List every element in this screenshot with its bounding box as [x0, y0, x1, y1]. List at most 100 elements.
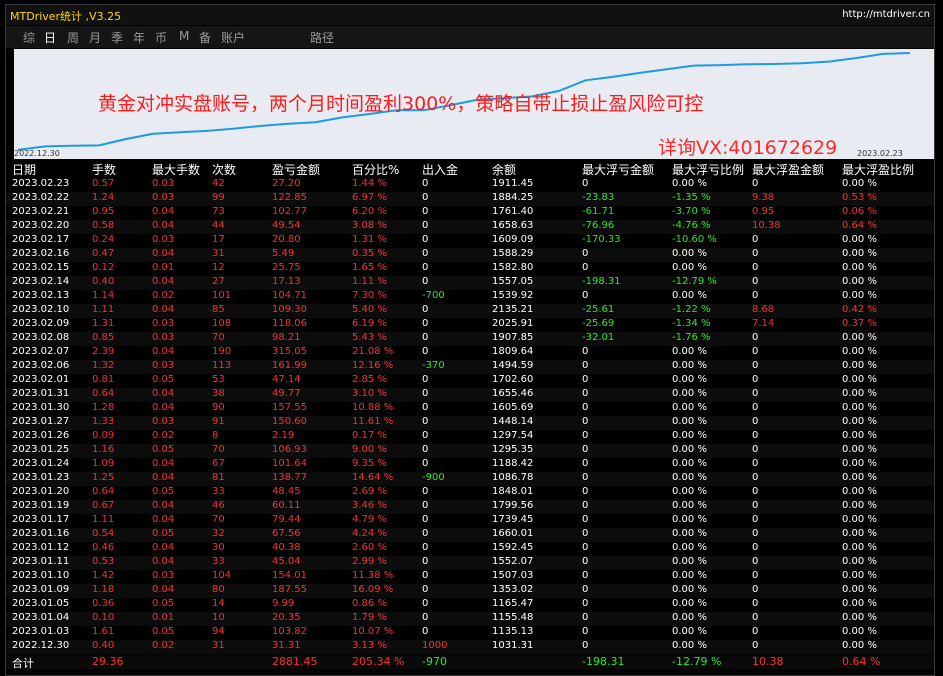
website-link[interactable]: http://mtdriver.cn — [842, 9, 930, 20]
table-row[interactable]: 2023.02.09 1.31 0.03 108 118.06 6.19 % 0 2025.9… — [6, 318, 934, 332]
column-header-lots[interactable]: 手数 — [92, 161, 116, 178]
table-row[interactable]: 2023.01.12 0.46 0.04 30 40.38 2.60 % 0 1592.45 0… — [6, 542, 934, 556]
table-row[interactable]: 2023.01.16 0.54 0.05 32 67.56 4.24 % 0 1660.01 0… — [6, 528, 934, 542]
table-row[interactable]: 2023.01.25 1.16 0.05 70 106.93 9.00 % 0 1295.35… — [6, 444, 934, 458]
cell-count: 42 — [212, 178, 225, 189]
tab-week[interactable]: 周 — [67, 29, 79, 46]
table-row[interactable]: 2023.01.09 1.18 0.04 80 187.55 16.09 % 0 1353.0… — [6, 584, 934, 598]
cell-lots: 0.64 — [92, 388, 115, 399]
tab-m[interactable]: M — [179, 29, 189, 43]
column-header-max-float-profit-pct[interactable]: 最大浮盈比例 — [842, 161, 914, 178]
tab-account[interactable]: 账户 — [221, 29, 245, 46]
table-row[interactable]: 2022.12.30 0.40 0.02 31 31.31 3.13 % 1000 1031.… — [6, 640, 934, 654]
cell-max-float-profit-pct: 0.64 % — [842, 220, 877, 231]
table-row[interactable]: 2023.01.10 1.42 0.03 104 154.01 11.38 % 0 1507.… — [6, 570, 934, 584]
cell-deposit-withdraw: 0 — [422, 514, 429, 525]
cell-date: 2023.02.09 — [12, 318, 70, 329]
cell-max-float-profit: 0 — [752, 402, 759, 413]
cell-max-float-profit: 0.95 — [752, 206, 775, 217]
total-row: 合计 29.36 2881.45 205.34 % -970 -198.31 -12.79 … — [6, 655, 934, 670]
column-header-profit[interactable]: 盈亏金额 — [272, 161, 320, 178]
cell-max-float-loss: 0 — [582, 416, 589, 427]
column-header-max-float-loss-pct[interactable]: 最大浮亏比例 — [672, 161, 744, 178]
cell-max-float-loss-pct: 0.00 % — [672, 556, 707, 567]
column-header-date[interactable]: 日期 — [12, 161, 36, 178]
table-row[interactable]: 2023.02.17 0.24 0.03 17 20.80 1.31 % 0 1609.09 -… — [6, 234, 934, 248]
table-row[interactable]: 2023.01.26 0.09 0.02 8 2.19 0.17 % 0 1297.54 0 0.… — [6, 430, 934, 444]
cell-profit: 187.55 — [272, 584, 307, 595]
tab-month[interactable]: 月 — [89, 29, 101, 46]
cell-max-float-loss-pct: 0.00 % — [672, 248, 707, 259]
cell-balance: 1605.69 — [492, 402, 534, 413]
cell-count: 73 — [212, 206, 225, 217]
tab-year[interactable]: 年 — [133, 29, 145, 46]
table-row[interactable]: 2023.02.10 1.11 0.04 85 109.30 5.40 % 0 2135.21… — [6, 304, 934, 318]
table-row[interactable]: 2023.02.22 1.24 0.03 99 122.85 6.97 % 0 1884.25… — [6, 192, 934, 206]
table-row[interactable]: 2023.02.01 0.81 0.05 53 47.14 2.85 % 0 1702.60 0… — [6, 374, 934, 388]
table-row[interactable]: 2023.02.21 0.95 0.04 73 102.77 6.20 % 0 1761.40… — [6, 206, 934, 220]
table-row[interactable]: 2023.01.27 1.33 0.03 91 150.60 11.61 % 0 1448.1… — [6, 416, 934, 430]
table-row[interactable]: 2023.01.30 1.28 0.04 90 157.55 10.88 % 0 1605.6… — [6, 402, 934, 416]
cell-max-float-profit: 0 — [752, 528, 759, 539]
cell-balance: 1582.80 — [492, 262, 534, 273]
cell-balance: 1655.46 — [492, 388, 534, 399]
cell-count: 32 — [212, 528, 225, 539]
tab-summary[interactable]: 综 — [23, 29, 35, 46]
cell-balance: 1188.42 — [492, 458, 534, 469]
cell-count: 12 — [212, 262, 225, 273]
column-header-max-float-profit[interactable]: 最大浮盈金额 — [752, 161, 824, 178]
cell-percent: 2.85 % — [352, 374, 387, 385]
table-row[interactable]: 2023.01.23 1.25 0.04 81 138.77 14.64 % -900 108… — [6, 472, 934, 486]
cell-max-float-profit: 0 — [752, 248, 759, 259]
tab-day[interactable]: 日 — [44, 29, 56, 46]
cell-profit: 118.06 — [272, 318, 307, 329]
cell-max-float-loss-pct: 0.00 % — [672, 640, 707, 651]
table-row[interactable]: 2023.02.15 0.12 0.01 12 25.75 1.65 % 0 1582.80 0… — [6, 262, 934, 276]
table-row[interactable]: 2023.01.31 0.64 0.04 38 49.77 3.10 % 0 1655.46 0… — [6, 388, 934, 402]
table-row[interactable]: 2023.02.06 1.32 0.03 113 161.99 12.16 % -370 14… — [6, 360, 934, 374]
cell-max-float-profit: 0 — [752, 262, 759, 273]
column-header-deposit-withdraw[interactable]: 出入金 — [422, 161, 458, 178]
table-row[interactable]: 2023.02.13 1.14 0.02 101 104.71 7.30 % -700 153… — [6, 290, 934, 304]
table-row[interactable]: 2023.02.14 0.40 0.04 27 17.13 1.11 % 0 1557.05 -… — [6, 276, 934, 290]
cell-percent: 9.00 % — [352, 444, 387, 455]
table-row[interactable]: 2023.02.07 2.39 0.04 190 315.05 21.08 % 0 1809.… — [6, 346, 934, 360]
table-row[interactable]: 2023.02.23 0.57 0.03 42 27.20 1.44 % 0 1911.45 0… — [6, 178, 934, 192]
cell-max-lots: 0.04 — [152, 402, 175, 413]
cell-lots: 1.32 — [92, 360, 115, 371]
cell-max-float-profit-pct: 0.00 % — [842, 444, 877, 455]
column-header-max-float-loss[interactable]: 最大浮亏金额 — [582, 161, 654, 178]
tab-path[interactable]: 路径 — [310, 29, 334, 46]
column-header-max-lots[interactable]: 最大手数 — [152, 161, 200, 178]
cell-max-float-loss-pct: 0.00 % — [672, 528, 707, 539]
tab-note[interactable]: 备 — [199, 29, 211, 46]
cell-lots: 0.36 — [92, 598, 115, 609]
tab-currency[interactable]: 币 — [155, 29, 167, 46]
table-row[interactable]: 2023.02.20 0.58 0.04 44 49.54 3.08 % 0 1658.63 -… — [6, 220, 934, 234]
table-row[interactable]: 2023.01.19 0.67 0.04 46 60.11 3.46 % 0 1799.56 0… — [6, 500, 934, 514]
cell-max-float-loss: -198.31 — [582, 276, 621, 287]
table-row[interactable]: 2023.02.08 0.85 0.03 70 98.21 5.43 % 0 1907.85 -… — [6, 332, 934, 346]
tab-quarter[interactable]: 季 — [111, 29, 123, 46]
column-header-count[interactable]: 次数 — [212, 161, 236, 178]
cell-max-float-loss-pct: -1.34 % — [672, 318, 711, 329]
cell-max-lots: 0.04 — [152, 542, 175, 553]
table-row[interactable]: 2023.01.17 1.11 0.04 70 79.44 4.79 % 0 1739.45 0… — [6, 514, 934, 528]
cell-date: 2023.02.21 — [12, 206, 70, 217]
table-row[interactable]: 2023.01.20 0.64 0.05 33 48.45 2.69 % 0 1848.01 0… — [6, 486, 934, 500]
cell-balance: 1588.29 — [492, 248, 534, 259]
column-header-balance[interactable]: 余额 — [492, 161, 516, 178]
table-row[interactable]: 2023.01.24 1.09 0.04 67 101.64 9.35 % 0 1188.42… — [6, 458, 934, 472]
table-row[interactable]: 2023.01.11 0.53 0.04 33 45.04 2.99 % 0 1552.07 0… — [6, 556, 934, 570]
column-header-percent[interactable]: 百分比% — [352, 161, 399, 178]
chart-start-date: 2022.12.30 — [14, 149, 60, 158]
table-row[interactable]: 2023.01.04 0.10 0.01 10 20.35 1.79 % 0 1155.48 0… — [6, 612, 934, 626]
cell-balance: 1135.13 — [492, 626, 534, 637]
cell-date: 2023.02.15 — [12, 262, 70, 273]
table-row[interactable]: 2023.02.16 0.47 0.04 31 5.49 0.35 % 0 1588.29 0 0… — [6, 248, 934, 262]
table-row[interactable]: 2023.01.03 1.61 0.05 94 103.82 10.07 % 0 1135.1… — [6, 626, 934, 640]
total-profit: 2881.45 — [272, 655, 318, 668]
cell-max-float-profit-pct: 0.00 % — [842, 360, 877, 371]
table-row[interactable]: 2023.01.05 0.36 0.05 14 9.99 0.86 % 0 1165.47 0 0… — [6, 598, 934, 612]
cell-lots: 1.16 — [92, 444, 115, 455]
